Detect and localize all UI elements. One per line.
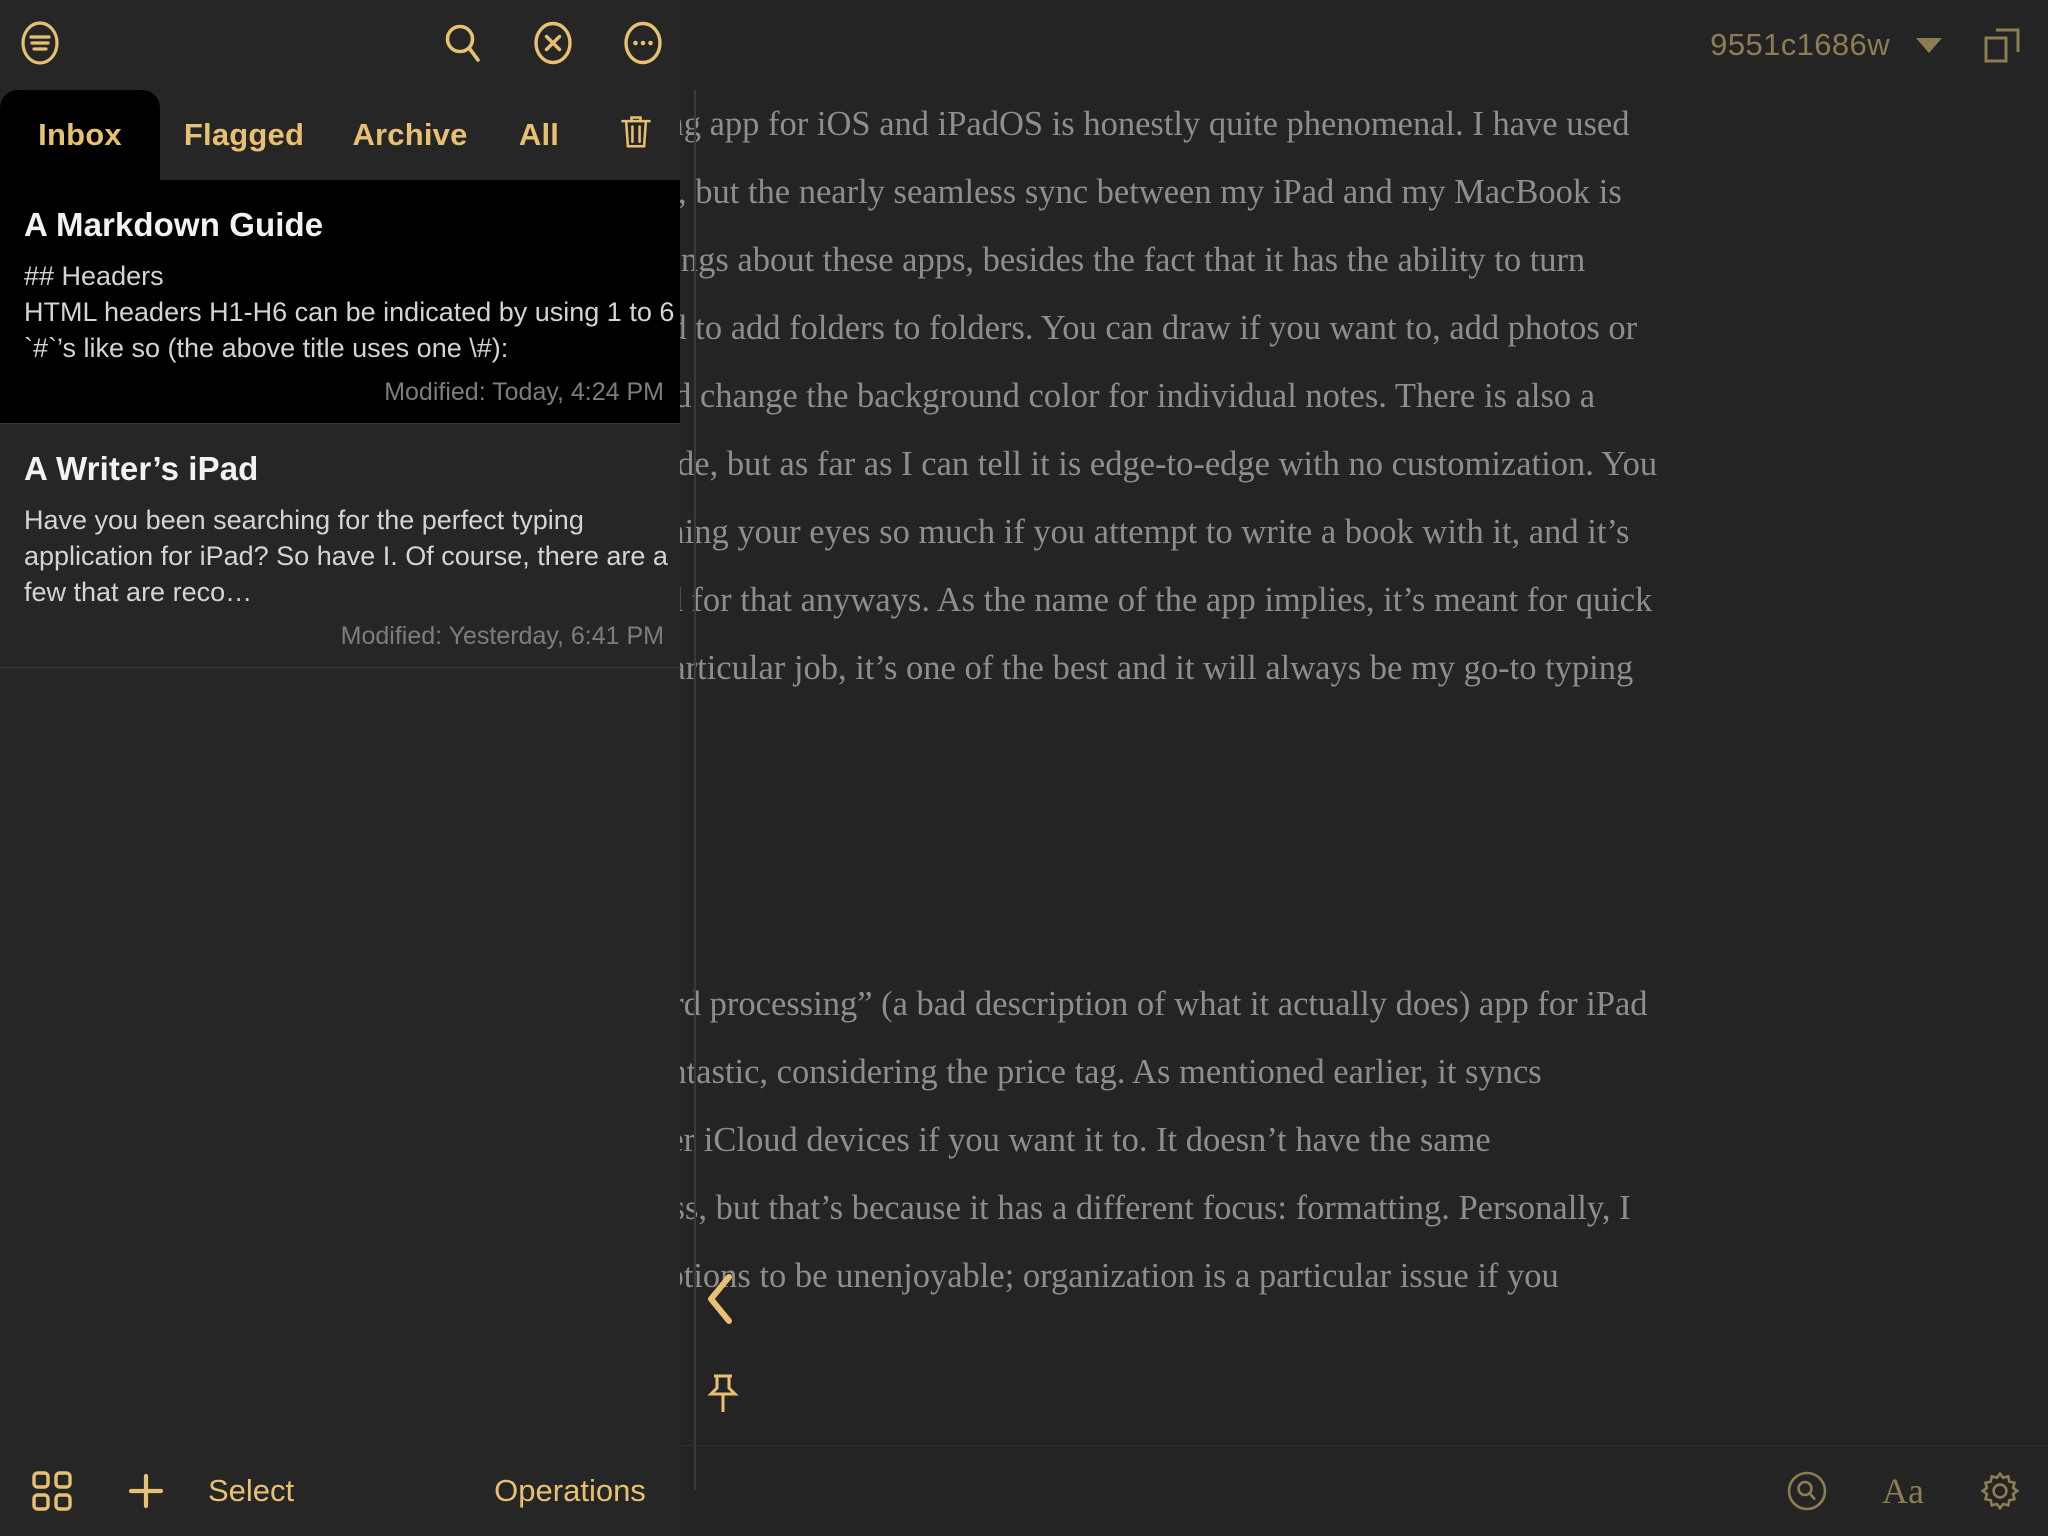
tab-all[interactable]: All — [500, 90, 578, 180]
note-separator — [0, 667, 680, 668]
gear-icon[interactable] — [1978, 1469, 2022, 1513]
document-title[interactable]: 9551c1686w — [1710, 27, 1890, 63]
plus-icon[interactable] — [124, 1469, 168, 1513]
note-title: A Writer’s iPad — [24, 450, 259, 487]
sidebar-toolbar — [0, 0, 680, 90]
tab-inbox[interactable]: Inbox — [0, 90, 160, 180]
editor-left-rule — [694, 90, 696, 1490]
tab-all-label: All — [518, 117, 560, 152]
tab-archive-label: Archive — [352, 117, 468, 152]
chevron-left-icon[interactable] — [704, 1272, 738, 1326]
note-preview: ## Headers HTML headers H1-H6 can be ind… — [24, 261, 675, 363]
tab-inbox-label: Inbox — [38, 117, 122, 152]
note-list-item-selected[interactable]: A Markdown Guide ## Headers HTML headers… — [0, 180, 680, 423]
notes-sidebar: Inbox Flagged Archive All A Markdown Gui… — [0, 0, 680, 1536]
grid-view-icon[interactable] — [30, 1469, 74, 1513]
find-in-page-icon[interactable] — [1786, 1470, 1828, 1512]
note-modified-timestamp: Modified: Yesterday, 6:41 PM — [340, 622, 664, 650]
sidebar-tabbar: Inbox Flagged Archive All — [0, 90, 680, 180]
filter-lines-circle-icon[interactable] — [15, 18, 65, 68]
note-modified-timestamp: Modified: Today, 4:24 PM — [384, 378, 664, 406]
trash-icon — [618, 111, 654, 159]
sidebar-bottom-toolbar: Select Operations — [0, 1446, 680, 1536]
note-title: A Markdown Guide — [24, 206, 324, 243]
window-split-icon[interactable] — [1982, 25, 2022, 65]
more-circle-icon[interactable] — [620, 20, 666, 66]
select-button[interactable]: Select — [208, 1473, 294, 1509]
note-list-item[interactable]: A Writer’s iPad Have you been searching … — [0, 424, 680, 667]
top-toolbar-right: 9551c1686w — [1710, 0, 2048, 90]
bottom-toolbar-right: Aa — [1786, 1446, 2048, 1536]
notes-list[interactable]: A Markdown Guide ## Headers HTML headers… — [0, 180, 680, 1446]
tab-archive[interactable]: Archive — [330, 90, 490, 180]
chevron-down-icon[interactable] — [1916, 37, 1942, 53]
typography-icon[interactable]: Aa — [1882, 1470, 1924, 1512]
note-preview: Have you been searching for the perfect … — [24, 505, 668, 607]
operations-button[interactable]: Operations — [494, 1473, 646, 1509]
search-icon[interactable] — [440, 20, 486, 66]
tab-trash[interactable] — [600, 90, 672, 180]
tab-flagged-label: Flagged — [183, 117, 305, 152]
tab-flagged[interactable]: Flagged — [168, 90, 320, 180]
pin-icon[interactable] — [706, 1372, 740, 1416]
close-circle-icon[interactable] — [530, 20, 576, 66]
